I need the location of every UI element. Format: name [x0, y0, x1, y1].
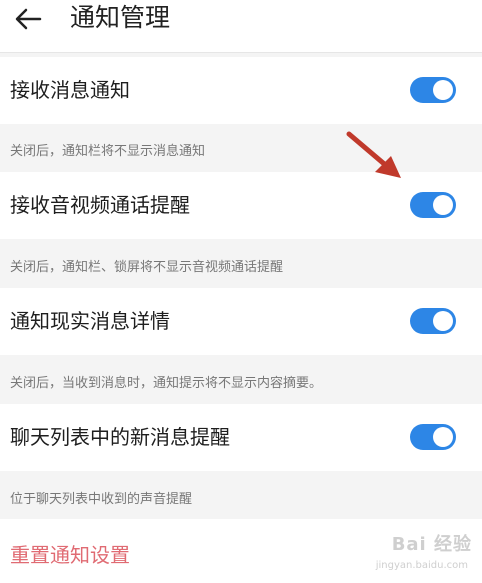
back-arrow-icon[interactable]: [12, 4, 44, 34]
setting-label: 通知现实消息详情: [10, 309, 170, 333]
setting-row-call-reminder[interactable]: 接收音视频通话提醒: [0, 172, 482, 239]
message-notification-toggle[interactable]: [410, 77, 456, 103]
setting-hint: 位于聊天列表中收到的声音提醒: [10, 492, 193, 507]
setting-row-message-details[interactable]: 通知现实消息详情: [0, 288, 482, 355]
setting-label: 聊天列表中的新消息提醒: [10, 425, 230, 449]
watermark-logo: Bai 经验: [391, 534, 472, 555]
toggle-knob: [433, 311, 453, 331]
reset-label: 重置通知设置: [10, 543, 130, 567]
app-header: 通知管理: [0, 0, 482, 53]
call-reminder-toggle[interactable]: [410, 192, 456, 218]
page-title: 通知管理: [70, 3, 171, 32]
watermark-url: jingyan.baidu.com: [375, 560, 468, 571]
toggle-knob: [433, 195, 453, 215]
setting-hint: 关闭后，通知栏、锁屏将不显示音视频通话提醒: [10, 260, 284, 275]
annotation-arrow-icon: [346, 131, 401, 178]
toggle-knob: [433, 427, 453, 447]
setting-hint: 关闭后，通知栏将不显示消息通知: [10, 144, 206, 159]
setting-hint: 关闭后，当收到消息时，通知提示将不显示内容摘要。: [10, 376, 323, 391]
setting-label: 接收消息通知: [10, 78, 130, 102]
toggle-knob: [433, 80, 453, 100]
setting-row-message-notification[interactable]: 接收消息通知: [0, 57, 482, 124]
message-details-toggle[interactable]: [410, 308, 456, 334]
setting-row-chat-list-reminder[interactable]: 聊天列表中的新消息提醒: [0, 404, 482, 471]
setting-label: 接收音视频通话提醒: [10, 193, 190, 217]
chat-list-reminder-toggle[interactable]: [410, 424, 456, 450]
annotation-arrow-shaft: [346, 131, 392, 171]
